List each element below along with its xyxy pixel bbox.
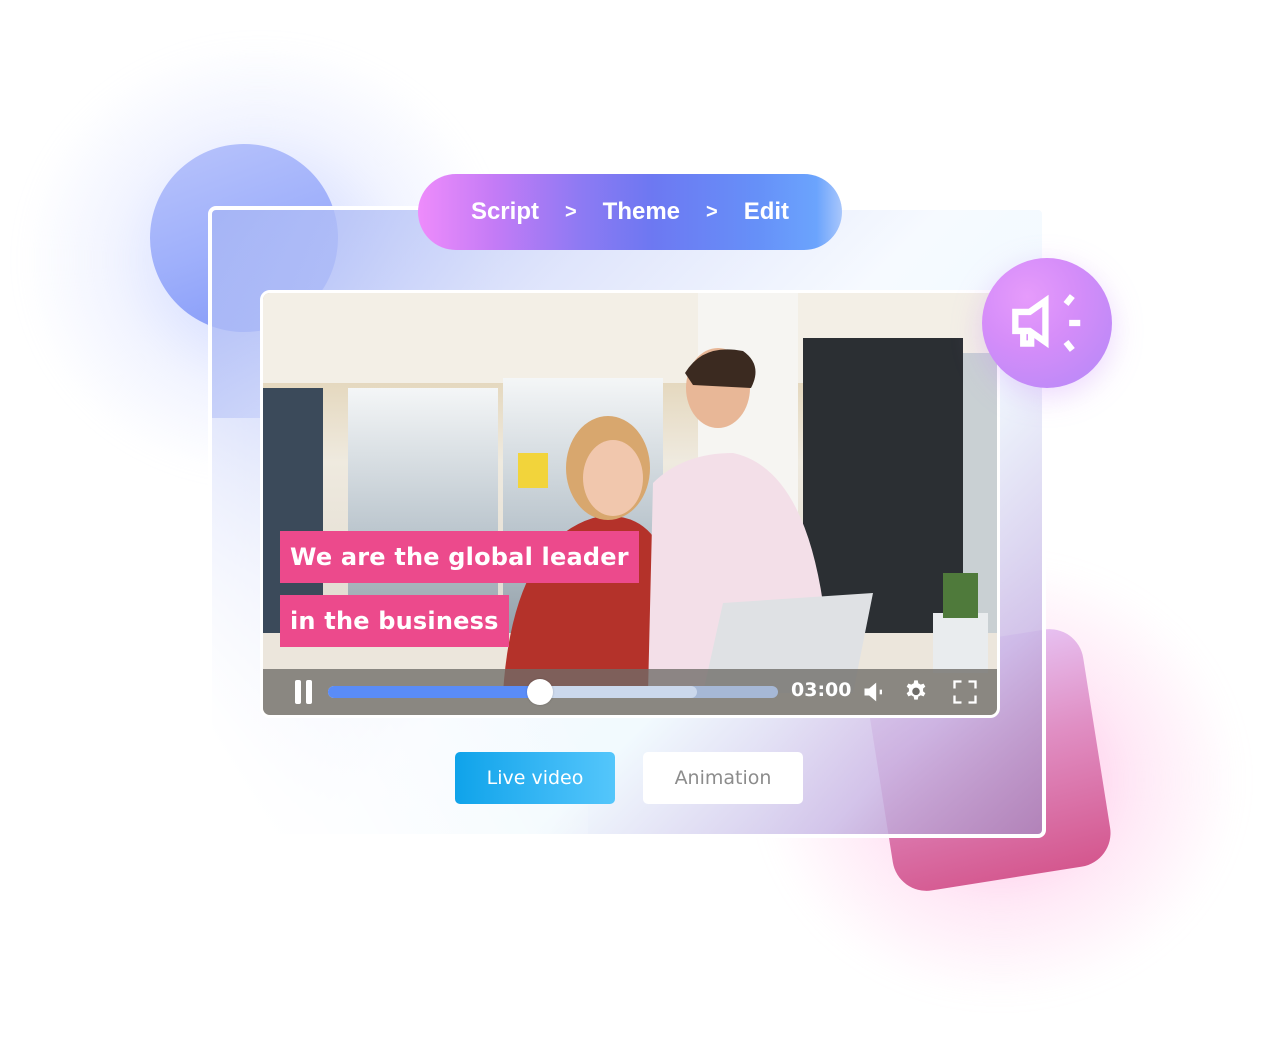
caption-line-2: in the business — [280, 595, 509, 647]
animation-tab[interactable]: Animation — [643, 752, 803, 804]
fullscreen-icon — [953, 680, 977, 704]
breadcrumb: Script > Theme > Edit — [418, 174, 842, 250]
video-player[interactable]: We are the global leader in the business… — [260, 290, 1000, 718]
seek-bar[interactable] — [328, 679, 778, 705]
caption-line-1: We are the global leader — [280, 531, 639, 583]
chevron-right-icon: > — [706, 200, 718, 223]
player-controls: 03:00 — [263, 669, 997, 715]
gear-icon — [906, 680, 926, 700]
announcement-badge[interactable] — [982, 258, 1112, 388]
live-video-tab[interactable]: Live video — [455, 752, 615, 804]
time-display: 03:00 — [791, 679, 852, 701]
breadcrumb-step-script[interactable]: Script — [471, 198, 539, 226]
volume-icon — [864, 682, 882, 702]
settings-button[interactable] — [902, 678, 930, 706]
volume-button[interactable] — [861, 678, 889, 706]
chevron-right-icon: > — [564, 200, 577, 223]
pause-icon — [295, 680, 301, 704]
played-range — [328, 686, 540, 698]
breadcrumb-step-edit[interactable]: Edit — [744, 198, 789, 226]
seek-handle[interactable] — [526, 679, 553, 705]
breadcrumb-step-theme[interactable]: Theme — [603, 198, 680, 226]
video-frame-office-scene — [263, 293, 997, 715]
megaphone-icon — [1012, 294, 1081, 352]
pause-button[interactable] — [293, 680, 315, 704]
fullscreen-button[interactable] — [951, 678, 979, 706]
